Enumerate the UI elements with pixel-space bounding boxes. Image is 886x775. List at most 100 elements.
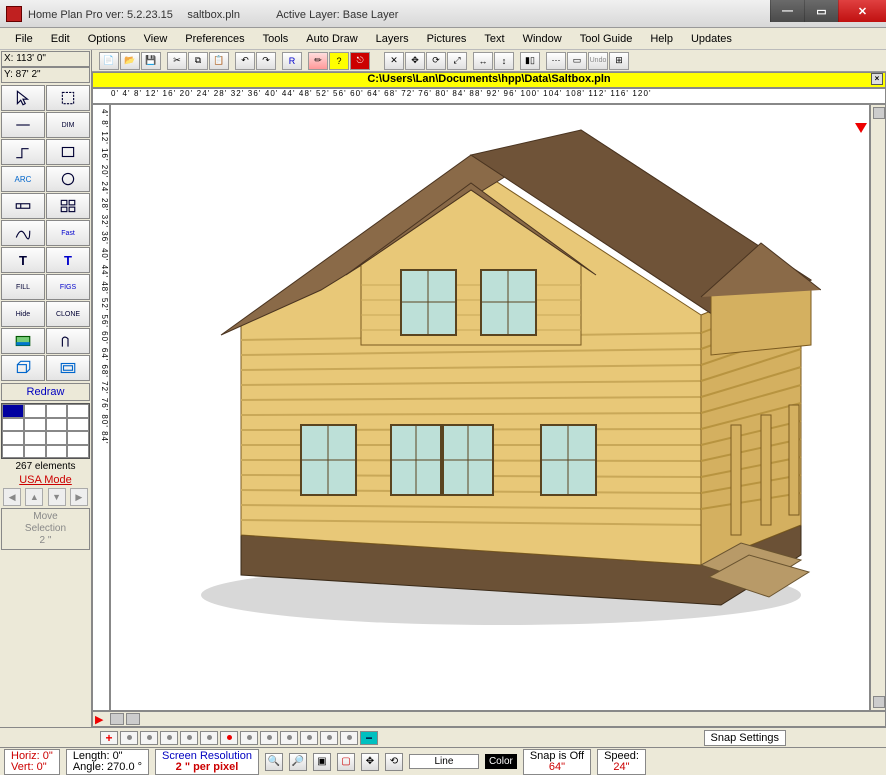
layer-dot-active[interactable] [220, 731, 238, 745]
tool-hide[interactable]: Hide [1, 301, 45, 327]
menu-help[interactable]: Help [641, 30, 682, 48]
paste-icon[interactable]: 📋 [209, 52, 229, 70]
layer-dot[interactable] [340, 731, 358, 745]
exit-icon[interactable]: ⎋ [350, 52, 370, 70]
layer-dot[interactable] [160, 731, 178, 745]
tool-rect[interactable] [46, 139, 90, 165]
tool-select-rect[interactable] [46, 85, 90, 111]
minimize-button[interactable]: — [770, 0, 804, 22]
layer-dot[interactable] [140, 731, 158, 745]
layer-dot[interactable] [320, 731, 338, 745]
horizontal-scrollbar[interactable]: ▶ [92, 711, 886, 727]
delete-icon[interactable]: ✕ [384, 52, 404, 70]
fliph-icon[interactable]: ↔ [473, 52, 493, 70]
tool-window[interactable] [46, 193, 90, 219]
rotate-icon[interactable]: ⟳ [426, 52, 446, 70]
menu-edit[interactable]: Edit [42, 30, 79, 48]
dash-icon[interactable]: ⋯ [546, 52, 566, 70]
zoom-pan-icon[interactable]: ✥ [361, 753, 379, 771]
layer-dot[interactable] [280, 731, 298, 745]
layer-dot[interactable] [240, 731, 258, 745]
eraser-icon[interactable]: ✏ [308, 52, 328, 70]
dup-icon[interactable]: ▭ [567, 52, 587, 70]
menu-tools[interactable]: Tools [254, 30, 298, 48]
tool-fill[interactable]: FILL [1, 274, 45, 300]
snap-settings-button[interactable]: Snap Settings [704, 730, 787, 746]
close-button[interactable]: ✕ [838, 0, 886, 22]
menu-toolguide[interactable]: Tool Guide [571, 30, 642, 48]
new-icon[interactable]: 📄 [99, 52, 119, 70]
vertical-scrollbar[interactable] [870, 104, 886, 711]
menu-window[interactable]: Window [514, 30, 571, 48]
zoom-refresh-icon[interactable]: ⟲ [385, 753, 403, 771]
layer-dot[interactable] [180, 731, 198, 745]
tool-frame[interactable] [46, 355, 90, 381]
menu-pictures[interactable]: Pictures [418, 30, 476, 48]
cut-icon[interactable]: ✂ [167, 52, 187, 70]
nudge-down[interactable]: ▼ [48, 488, 66, 506]
menu-text[interactable]: Text [475, 30, 513, 48]
tool-clone[interactable]: CLONE [46, 301, 90, 327]
tool-curve[interactable] [1, 220, 45, 246]
grid-icon[interactable]: ⊞ [609, 52, 629, 70]
tool-palette: DIM ARC Fast T T FILL FIGS Hide CLONE [0, 84, 91, 382]
tool-figs[interactable]: FIGS [46, 274, 90, 300]
menu-options[interactable]: Options [79, 30, 135, 48]
menu-updates[interactable]: Updates [682, 30, 741, 48]
redo-icon[interactable]: ↷ [256, 52, 276, 70]
refresh-icon[interactable]: R [282, 52, 302, 70]
tool-fast[interactable]: Fast [46, 220, 90, 246]
vertical-ruler: 4' 8' 12' 16' 20' 24' 28' 32' 36' 40' 44… [92, 104, 110, 711]
color-button[interactable]: Color [485, 754, 517, 769]
tool-pointer[interactable] [1, 85, 45, 111]
maximize-button[interactable]: ▭ [804, 0, 838, 22]
menu-file[interactable]: File [6, 30, 42, 48]
menu-autodraw[interactable]: Auto Draw [297, 30, 366, 48]
redraw-button[interactable]: Redraw [1, 383, 90, 401]
layer-dot[interactable] [200, 731, 218, 745]
help-icon[interactable]: ? [329, 52, 349, 70]
layer-dot[interactable] [300, 731, 318, 745]
open-icon[interactable]: 📂 [120, 52, 140, 70]
menu-layers[interactable]: Layers [367, 30, 418, 48]
tool-circle[interactable] [46, 166, 90, 192]
tool-3d[interactable] [1, 355, 45, 381]
zoom-window-icon[interactable]: ▢ [337, 753, 355, 771]
mode-toggle[interactable]: USA Mode [0, 473, 91, 487]
tool-text-style[interactable]: T [46, 247, 90, 273]
copy-icon[interactable]: ⧉ [188, 52, 208, 70]
tool-arc[interactable]: ARC [1, 166, 45, 192]
status-horiz-vert: Horiz: 0"Vert: 0" [4, 749, 60, 775]
layer-dot[interactable] [120, 731, 138, 745]
scale-icon[interactable]: ⤢ [447, 52, 467, 70]
align-icon[interactable]: ▮▯ [520, 52, 540, 70]
undo2-icon[interactable]: Undo [588, 52, 608, 70]
layer-remove-icon[interactable]: − [360, 731, 378, 745]
undo-icon[interactable]: ↶ [235, 52, 255, 70]
tool-door[interactable] [1, 193, 45, 219]
layer-add-icon[interactable]: + [100, 731, 118, 745]
flipv-icon[interactable]: ↕ [494, 52, 514, 70]
layer-dot[interactable] [260, 731, 278, 745]
tool-dim[interactable]: DIM [46, 112, 90, 138]
color-palette[interactable] [1, 403, 90, 459]
nudge-left[interactable]: ◀ [3, 488, 21, 506]
nudge-up[interactable]: ▲ [25, 488, 43, 506]
zoom-in-icon[interactable]: 🔍 [265, 753, 283, 771]
zoom-fit-icon[interactable]: ▣ [313, 753, 331, 771]
save-icon[interactable]: 💾 [141, 52, 161, 70]
drawing-canvas[interactable] [110, 104, 870, 711]
file-path-bar: C:\Users\Lan\Documents\hpp\Data\Saltbox.… [92, 72, 886, 88]
zoom-out-icon[interactable]: 🔎 [289, 753, 307, 771]
nudge-right[interactable]: ▶ [70, 488, 88, 506]
menu-view[interactable]: View [135, 30, 177, 48]
tool-text[interactable]: T [1, 247, 45, 273]
tool-wall[interactable] [46, 328, 90, 354]
menu-preferences[interactable]: Preferences [176, 30, 253, 48]
close-file-icon[interactable]: × [871, 73, 883, 85]
move-icon[interactable]: ✥ [405, 52, 425, 70]
tool-polyline[interactable] [1, 139, 45, 165]
tool-line[interactable] [1, 112, 45, 138]
tool-image[interactable] [1, 328, 45, 354]
nudge-arrows: ◀ ▲ ▼ ▶ [1, 488, 90, 506]
